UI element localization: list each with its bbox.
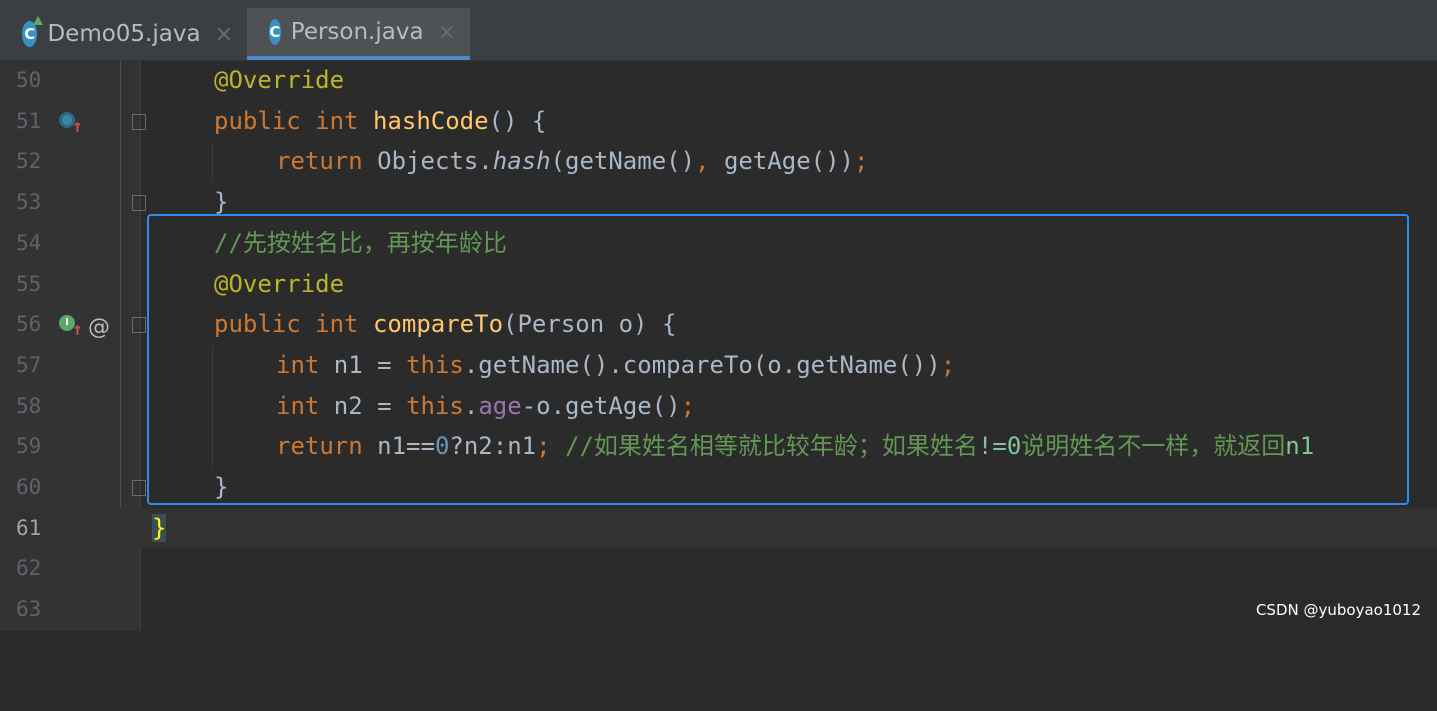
line-number: 59 <box>16 434 42 459</box>
highlight-box <box>147 214 1409 505</box>
code-line: 51 ↑ public int hashCode() { <box>0 101 1437 142</box>
watermark: CSDN @yuboyao1012 <box>1255 601 1421 619</box>
annotation-at-icon[interactable]: @ <box>88 308 110 349</box>
code-line: 50 @Override <box>0 60 1437 101</box>
line-number: 50 <box>16 68 42 92</box>
close-icon[interactable]: × <box>438 20 456 45</box>
line-number: 54 <box>16 230 42 255</box>
fold-marker-icon[interactable] <box>132 195 146 212</box>
line-number: 52 <box>16 149 42 174</box>
code-text: @Override <box>214 66 345 94</box>
tab-label: Person.java <box>290 19 424 45</box>
code-line: 52 return Objects.hash(getName(), getAge… <box>0 141 1437 182</box>
java-class-icon: C <box>269 19 281 45</box>
editor-tab-bar: C Demo05.java × C Person.java × <box>0 0 1437 61</box>
code-text: return Objects.hash(getName(), getAge())… <box>276 147 869 176</box>
tab-label: Demo05.java <box>47 21 201 47</box>
fold-marker-icon[interactable] <box>132 113 146 130</box>
line-number: 57 <box>16 352 42 377</box>
line-number: 51 <box>16 108 42 133</box>
fold-marker-icon[interactable] <box>132 317 146 334</box>
close-icon[interactable]: × <box>215 22 233 47</box>
line-number: 62 <box>16 556 42 581</box>
line-number: 61 <box>16 515 42 540</box>
code-text: public int hashCode() { <box>214 106 547 135</box>
code-text: } <box>152 513 167 542</box>
tab-person[interactable]: C Person.java × <box>247 8 470 60</box>
line-number: 60 <box>16 475 42 499</box>
line-number: 63 <box>16 597 42 622</box>
line-number: 58 <box>16 393 42 418</box>
java-class-run-icon: C <box>22 16 44 47</box>
code-line-current: 61 } <box>0 507 1437 549</box>
code-line: 62 <box>0 548 1437 589</box>
fold-marker-icon[interactable] <box>132 480 146 496</box>
code-line: 63 <box>0 589 1437 630</box>
tab-demo05[interactable]: C Demo05.java × <box>0 8 247 60</box>
line-number: 53 <box>16 190 42 215</box>
line-number: 56 <box>16 312 42 337</box>
line-number: 55 <box>16 271 42 296</box>
